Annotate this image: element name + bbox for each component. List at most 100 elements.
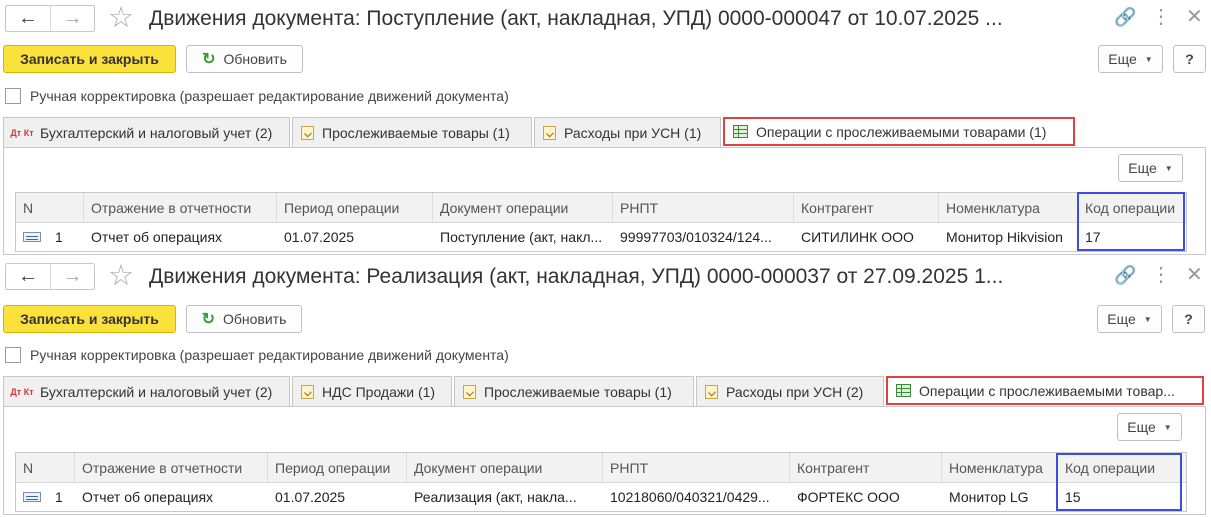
tab-label: Бухгалтерский и налоговый учет (2) — [40, 124, 273, 141]
register-doc-icon — [301, 384, 314, 399]
manual-correction-label: Ручная корректировка (разрешает редактир… — [30, 88, 509, 104]
cell-counterparty: ФОРТЕКС ООО — [797, 489, 900, 505]
cell-document: Поступление (акт, накл... — [440, 229, 603, 245]
manual-correction-checkbox[interactable] — [5, 347, 21, 363]
more-label: Еще — [1127, 419, 1156, 435]
col-rnpt[interactable]: РНПТ — [613, 193, 794, 222]
tab-usn-expenses[interactable]: Расходы при УСН (1) — [534, 117, 721, 147]
register-doc-icon — [463, 384, 476, 399]
cell-n: 1 — [16, 483, 75, 511]
back-arrow-icon[interactable]: ← — [6, 6, 50, 31]
save-and-close-button[interactable]: Записать и закрыть — [3, 305, 176, 333]
link-icon[interactable]: 🔗 — [1114, 7, 1136, 27]
record-icon — [23, 232, 41, 242]
dt-kt-icon: Дт Кт — [10, 127, 34, 138]
col-rnpt[interactable]: РНПТ — [603, 453, 790, 482]
cell-rnpt: 10218060/040321/0429... — [610, 489, 770, 505]
window-title: Движения документа: Поступление (акт, на… — [149, 7, 1003, 30]
cell-period: 01.07.2025 — [275, 489, 346, 505]
close-icon[interactable]: ✕ — [1186, 7, 1203, 27]
col-reporting[interactable]: Отражение в отчетности — [84, 193, 277, 222]
table-row[interactable]: 1 Отчет об операциях 01.07.2025 Реализац… — [16, 483, 1186, 511]
table-more-button[interactable]: Еще ▼ — [1118, 154, 1183, 182]
col-counterparty[interactable]: Контрагент — [790, 453, 942, 482]
col-n[interactable]: N — [16, 453, 75, 482]
window-title: Движения документа: Реализация (акт, нак… — [149, 265, 1004, 288]
more-menu-button[interactable]: Еще ▼ — [1097, 305, 1162, 333]
favorite-star-icon[interactable]: ☆ — [108, 3, 134, 33]
col-reporting[interactable]: Отражение в отчетности — [75, 453, 268, 482]
tab-vat-sales[interactable]: НДС Продажи (1) — [292, 376, 452, 406]
refresh-label: Обновить — [223, 311, 287, 327]
register-doc-icon — [301, 125, 314, 140]
col-item[interactable]: Номенклатура — [939, 193, 1078, 222]
refresh-label: Обновить — [223, 51, 287, 67]
col-op-code[interactable]: Код операции — [1058, 453, 1186, 482]
tab-traceable-goods[interactable]: Прослеживаемые товары (1) — [292, 117, 532, 147]
movements-window-receipt: ← → ☆ Движения документа: Поступление (а… — [0, 0, 1211, 258]
window-titlebar: ← → ☆ Движения документа: Поступление (а… — [0, 0, 1211, 38]
tab-traceable-operations[interactable]: Операции с прослеживаемыми товарами (1) — [723, 117, 1075, 146]
cell-rnpt: 99997703/010324/124... — [620, 229, 772, 245]
col-item[interactable]: Номенклатура — [942, 453, 1058, 482]
record-icon — [23, 492, 41, 502]
link-icon[interactable]: 🔗 — [1114, 265, 1136, 285]
col-op-code[interactable]: Код операции — [1078, 193, 1186, 222]
movements-window-sale: ← → ☆ Движения документа: Реализация (ак… — [0, 258, 1211, 517]
col-counterparty[interactable]: Контрагент — [794, 193, 939, 222]
cell-counterparty: СИТИЛИНК ООО — [801, 229, 914, 245]
cell-n: 1 — [16, 223, 84, 251]
col-period[interactable]: Период операции — [277, 193, 433, 222]
register-tabs: Дт Кт Бухгалтерский и налоговый учет (2)… — [3, 376, 1206, 406]
tab-label: Бухгалтерский и налоговый учет (2) — [40, 383, 273, 400]
dt-kt-icon: Дт Кт — [10, 386, 34, 397]
table-row[interactable]: 1 Отчет об операциях 01.07.2025 Поступле… — [16, 223, 1186, 251]
col-n[interactable]: N — [16, 193, 84, 222]
movements-table: N Отражение в отчетности Период операции… — [15, 192, 1187, 252]
grid-table-icon — [733, 125, 748, 138]
more-label: Еще — [1128, 160, 1157, 176]
more-vertical-icon[interactable]: ⋮ — [1151, 265, 1171, 285]
tab-traceable-goods[interactable]: Прослеживаемые товары (1) — [454, 376, 694, 406]
forward-arrow-icon[interactable]: → — [50, 6, 94, 31]
window-titlebar: ← → ☆ Движения документа: Реализация (ак… — [0, 258, 1211, 296]
caret-down-icon: ▼ — [1164, 163, 1173, 173]
table-more-button[interactable]: Еще ▼ — [1117, 413, 1182, 441]
col-period[interactable]: Период операции — [268, 453, 407, 482]
cell-document: Реализация (акт, накла... — [414, 489, 577, 505]
refresh-button[interactable]: ↻ Обновить — [186, 305, 302, 333]
caret-down-icon: ▼ — [1144, 54, 1153, 64]
cell-reporting: Отчет об операциях — [91, 229, 223, 245]
manual-correction-row: Ручная корректировка (разрешает редактир… — [5, 88, 509, 104]
help-button[interactable]: ? — [1172, 305, 1205, 333]
more-vertical-icon[interactable]: ⋮ — [1151, 7, 1171, 27]
tab-label: Операции с прослеживаемыми товарами (1) — [756, 123, 1047, 140]
register-tabs: Дт Кт Бухгалтерский и налоговый учет (2)… — [3, 117, 1077, 147]
close-icon[interactable]: ✕ — [1186, 265, 1203, 285]
col-document[interactable]: Документ операции — [433, 193, 613, 222]
register-doc-icon — [543, 125, 556, 140]
more-menu-button[interactable]: Еще ▼ — [1098, 45, 1163, 73]
refresh-icon: ↻ — [201, 311, 215, 328]
tab-accounting[interactable]: Дт Кт Бухгалтерский и налоговый учет (2) — [3, 376, 290, 406]
tab-label: НДС Продажи (1) — [322, 383, 436, 400]
save-and-close-button[interactable]: Записать и закрыть — [3, 45, 176, 73]
forward-arrow-icon[interactable]: → — [50, 264, 94, 289]
tab-label: Расходы при УСН (1) — [564, 124, 702, 141]
more-label: Еще — [1108, 51, 1137, 67]
cell-item: Монитор LG — [949, 489, 1029, 505]
table-header: N Отражение в отчетности Период операции… — [16, 453, 1186, 483]
back-arrow-icon[interactable]: ← — [6, 264, 50, 289]
nav-buttons: ← → — [5, 263, 95, 290]
favorite-star-icon[interactable]: ☆ — [108, 261, 134, 291]
cell-period: 01.07.2025 — [284, 229, 355, 245]
manual-correction-checkbox[interactable] — [5, 88, 21, 104]
help-button[interactable]: ? — [1173, 45, 1206, 73]
cell-op-code: 17 — [1085, 229, 1101, 245]
tab-label: Прослеживаемые товары (1) — [322, 124, 510, 141]
tab-accounting[interactable]: Дт Кт Бухгалтерский и налоговый учет (2) — [3, 117, 290, 147]
col-document[interactable]: Документ операции — [407, 453, 603, 482]
tab-usn-expenses[interactable]: Расходы при УСН (2) — [696, 376, 884, 406]
tab-traceable-operations[interactable]: Операции с прослеживаемыми товар... — [886, 376, 1204, 405]
refresh-button[interactable]: ↻ Обновить — [186, 45, 303, 73]
